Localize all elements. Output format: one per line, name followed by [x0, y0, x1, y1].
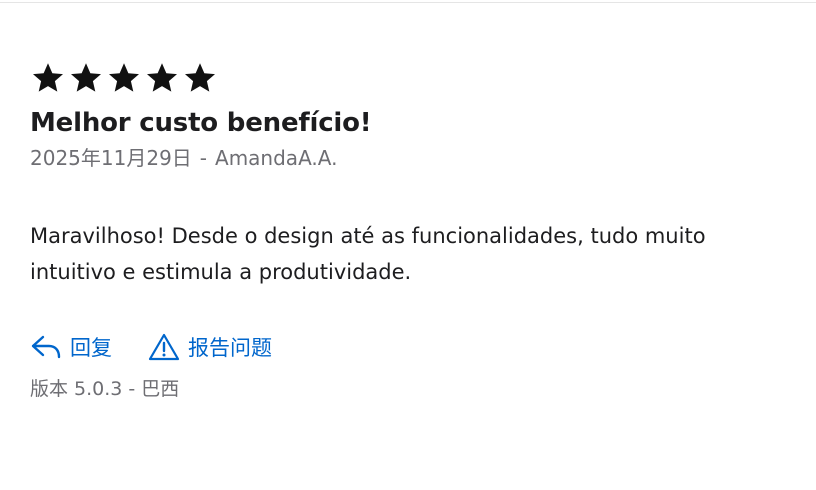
star-rating: [30, 58, 790, 98]
review-card: Melhor custo benefício! 2025年11月29日 - Am…: [30, 58, 790, 402]
review-actions: 回复 报告问题: [30, 330, 790, 364]
star-icon: [106, 60, 142, 96]
star-icon: [68, 60, 104, 96]
report-problem-button[interactable]: 报告问题: [148, 332, 272, 362]
review-date: 2025年11月29日: [30, 146, 192, 170]
review-title: Melhor custo benefício!: [30, 108, 372, 138]
report-label: 报告问题: [188, 336, 272, 360]
reply-label: 回复: [70, 336, 112, 360]
version-separator: -: [128, 378, 136, 400]
meta-separator: -: [199, 146, 208, 170]
version-country: 巴西: [141, 378, 180, 400]
version-info: 版本 5.0.3 - 巴西: [30, 376, 790, 402]
version-label: 版本 5.0.3: [30, 378, 123, 400]
star-icon: [30, 60, 66, 96]
reply-icon: [30, 333, 62, 361]
star-icon: [182, 60, 218, 96]
review-meta: 2025年11月29日 - AmandaA.A.: [30, 144, 790, 172]
top-divider: [0, 2, 816, 3]
review-body: Maravilhoso! Desde o design até as funci…: [30, 224, 706, 284]
star-icon: [144, 60, 180, 96]
warning-icon: [148, 332, 180, 362]
review-author: AmandaA.A.: [215, 146, 338, 170]
reply-button[interactable]: 回复: [30, 332, 112, 362]
